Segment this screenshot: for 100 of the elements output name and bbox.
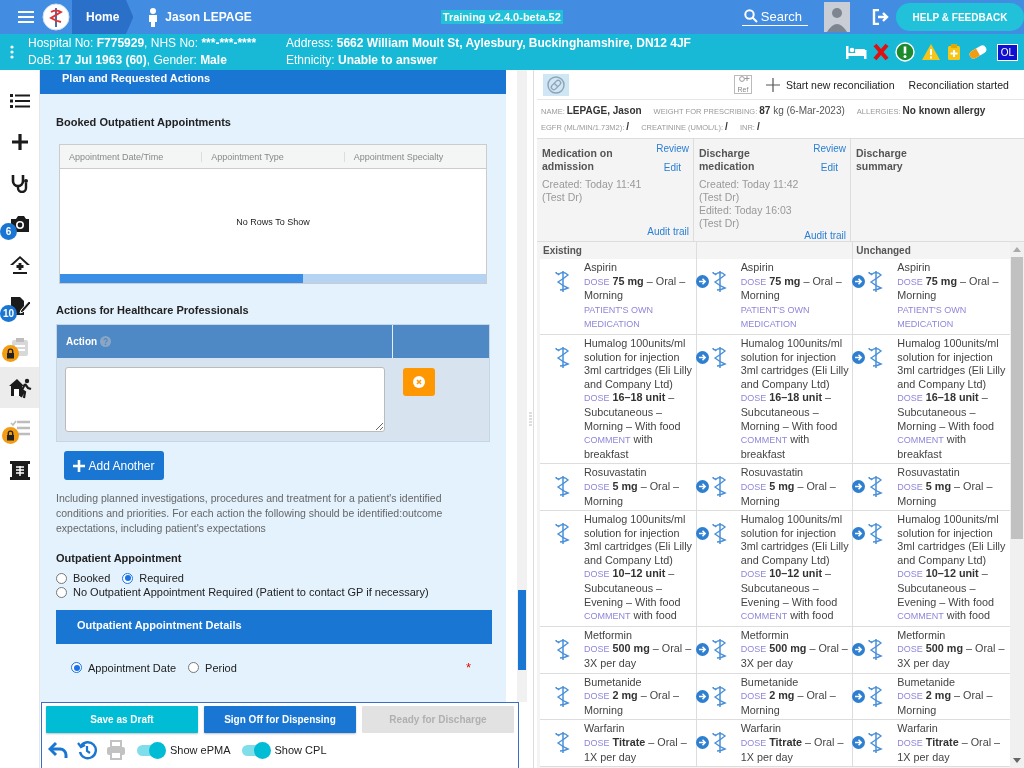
medication-name: Humalog 100units/ml solution for injection 3ml cartridges (Eli Lilly and Company Ltd): [584, 513, 693, 568]
review-link[interactable]: Review: [656, 143, 689, 154]
person-icon: [147, 7, 160, 27]
medication-cell[interactable]: Aspirin DOSE 75 mg – Oral – Morning PATIENT'S OWN MEDICATION: [540, 259, 697, 335]
dose-text: DOSE 75 mg – Oral – Morning: [740, 274, 843, 303]
resize-handle-icon[interactable]: [528, 412, 533, 426]
scroll-up-icon[interactable]: [1013, 247, 1021, 252]
dose-text: DOSE 500 mg – Oral – 3X per day: [740, 642, 849, 671]
environment-label: Training v2.4.0-beta.52: [440, 10, 563, 24]
medication-name: Humalog 100units/ml solution for injection 3ml cartridges (Eli Lilly and Company Ltd): [897, 513, 1007, 568]
medication-cell[interactable]: Aspirin DOSE 75 mg – Oral – Morning PATIENT'S OWN MEDICATION: [696, 259, 854, 335]
medication-name: Aspirin: [740, 261, 775, 275]
user-badge[interactable]: OL: [996, 43, 1018, 61]
radio-option[interactable]: No Outpatient Appointment Required (Patient to contact GP if necessary): [56, 586, 456, 598]
history-icon[interactable]: [77, 740, 97, 760]
scrollbar[interactable]: [60, 274, 486, 283]
sidebar-item[interactable]: [0, 367, 39, 408]
sidebar-item[interactable]: 10: [0, 285, 39, 326]
medication-cell[interactable]: Humalog 100units/ml solution for injection 3ml cartridges (Eli Lilly and Company Ltd) DOSE 16–18 unit – Subcutaneous – Morning – With food COMMENT with breakfast: [853, 334, 1010, 465]
medication-cell[interactable]: Warfarin DOSE Titrate – Oral – 1X per day: [540, 720, 697, 768]
search-icon: [743, 9, 758, 23]
scrollbar[interactable]: [1010, 242, 1024, 768]
column-header[interactable]: Appointment Specialty: [343, 151, 486, 162]
medication-cell[interactable]: Humalog 100units/ml solution for injection 3ml cartridges (Eli Lilly and Company Ltd) DOSE 16–18 unit – Subcutaneous – Morning – With food COMMENT with breakfast: [540, 334, 697, 465]
sidebar-item[interactable]: 6: [0, 203, 39, 244]
house-person-icon: [7, 376, 32, 399]
radio-option[interactable]: Required: [122, 572, 184, 584]
medication-cell[interactable]: Humalog 100units/ml solution for injection 3ml cartridges (Eli Lilly and Company Ltd) DOSE 10–12 unit – Subcutaneous – Evening – With food COMMENT with food: [853, 511, 1010, 627]
close-icon: [413, 376, 425, 388]
medication-cell[interactable]: Metformin DOSE 500 mg – Oral – 3X per day: [853, 626, 1010, 674]
column-header: Action: [66, 336, 98, 347]
toggle-switch[interactable]: [137, 744, 164, 756]
medication-name: Humalog 100units/ml solution for injection 3ml cartridges (Eli Lilly and Company Ltd): [740, 336, 850, 392]
medication-cell[interactable]: Rosuvastatin DOSE 5 mg – Oral – Morning: [853, 464, 1010, 512]
warning-icon[interactable]: [920, 43, 941, 61]
scrollbar[interactable]: [517, 70, 527, 702]
medication-cell[interactable]: Warfarin DOSE Titrate – Oral – 1X per day: [853, 720, 1010, 768]
logout-icon[interactable]: [872, 9, 890, 25]
column-title: Discharge medication: [699, 147, 756, 173]
medication-name: Humalog 100units/ml solution for injection 3ml cartridges (Eli Lilly and Company Ltd): [740, 513, 850, 568]
medication-cell[interactable]: Rosuvastatin DOSE 5 mg – Oral – Morning: [540, 464, 697, 512]
medication-cell[interactable]: Humalog 100units/ml solution for injection 3ml cartridges (Eli Lilly and Company Ltd) DOSE 10–12 unit – Subcutaneous – Evening – With food COMMENT with food: [696, 511, 854, 627]
audit-trail-link[interactable]: Audit trail: [647, 226, 689, 237]
audit-trail-link[interactable]: Audit trail: [804, 230, 846, 241]
dose-text: DOSE 2 mg – Oral – Morning: [740, 689, 837, 718]
cross-icon[interactable]: [872, 43, 889, 61]
medication-cell[interactable]: Rosuvastatin DOSE 5 mg – Oral – Morning: [696, 464, 854, 512]
medication-cell[interactable]: Humalog 100units/ml solution for injection 3ml cartridges (Eli Lilly and Company Ltd) DOSE 10–12 unit – Subcutaneous – Evening – With food COMMENT with food: [540, 511, 697, 627]
column-header[interactable]: Appointment Type: [201, 151, 344, 162]
medication-cell[interactable]: Humalog 100units/ml solution for injection 3ml cartridges (Eli Lilly and Company Ltd) DOSE 16–18 unit – Subcutaneous – Morning – With food COMMENT with breakfast: [696, 334, 854, 465]
info-value: /: [725, 121, 728, 132]
action-input[interactable]: [65, 367, 385, 432]
group-header: Unchanged: [856, 245, 911, 256]
radio-option[interactable]: Appointment Date: [71, 661, 177, 674]
medication-cell[interactable]: Aspirin DOSE 75 mg – Oral – Morning PATIENT'S OWN MEDICATION: [853, 259, 1010, 335]
more-icon[interactable]: [10, 45, 14, 59]
medication-button[interactable]: [543, 73, 569, 96]
action-button[interactable]: Sign Off for Dispensing: [204, 706, 356, 733]
medication-cell[interactable]: Warfarin DOSE Titrate – Oral – 1X per day: [696, 720, 854, 768]
add-another-button[interactable]: Add Another: [64, 451, 164, 480]
start-reconciliation-link[interactable]: Start new reconciliation: [766, 77, 895, 92]
undo-icon[interactable]: [48, 741, 68, 759]
note-text: COMMENT with food: [740, 609, 835, 624]
clipboard-icon[interactable]: [946, 43, 961, 61]
help-icon[interactable]: [100, 336, 112, 347]
building-icon: [8, 459, 31, 480]
info-value: 87 kg (6-Mar-2023): [759, 105, 845, 116]
info-value: No known allergy: [902, 105, 986, 116]
reconciliation-status: Reconciliation started: [908, 78, 1009, 91]
medication-cell[interactable]: Bumetanide DOSE 2 mg – Oral – Morning: [696, 673, 854, 721]
dose-text: DOSE 75 mg – Oral – Morning: [584, 274, 687, 303]
patient-detail: DoB: 17 Jul 1963 (60), Gender: Male: [28, 52, 228, 69]
medication-cell[interactable]: Bumetanide DOSE 2 mg – Oral – Morning: [853, 673, 1010, 721]
count-badge: 6: [0, 223, 17, 240]
radio-option[interactable]: Booked: [56, 572, 111, 584]
alert-icon[interactable]: [894, 42, 915, 62]
edit-link[interactable]: Edit: [663, 162, 681, 173]
medication-name: Rosuvastatin: [897, 466, 961, 480]
plus-icon: [73, 459, 86, 472]
review-link[interactable]: Review: [813, 143, 846, 154]
required-mark: *: [465, 660, 471, 675]
menu-icon[interactable]: [18, 10, 34, 24]
radio-option[interactable]: Period: [188, 661, 237, 674]
avatar-icon[interactable]: [824, 2, 850, 32]
remove-button[interactable]: [403, 368, 435, 396]
field-label: Actions for Healthcare Professionals: [56, 304, 250, 316]
home-link[interactable]: Home: [72, 0, 134, 34]
medication-cell[interactable]: Metformin DOSE 500 mg – Oral – 3X per day: [696, 626, 854, 674]
toggle-switch[interactable]: [241, 744, 269, 756]
note-text: COMMENT with food: [584, 609, 678, 624]
column-header[interactable]: Appointment Date/Time: [60, 151, 202, 162]
medication-cell[interactable]: Metformin DOSE 500 mg – Oral – 3X per day: [540, 626, 697, 674]
bed-icon[interactable]: [844, 45, 867, 59]
toggle-label: Show ePMA: [170, 744, 231, 756]
medication-name: Metformin: [584, 628, 633, 643]
medication-cell[interactable]: Bumetanide DOSE 2 mg – Oral – Morning: [540, 673, 697, 721]
toggle-label: Show CPL: [274, 744, 327, 756]
scroll-down-icon[interactable]: [1013, 758, 1021, 763]
edit-link[interactable]: Edit: [820, 162, 838, 173]
medication-name: Humalog 100units/ml solution for injection 3ml cartridges (Eli Lilly and Company Ltd): [897, 336, 1007, 392]
